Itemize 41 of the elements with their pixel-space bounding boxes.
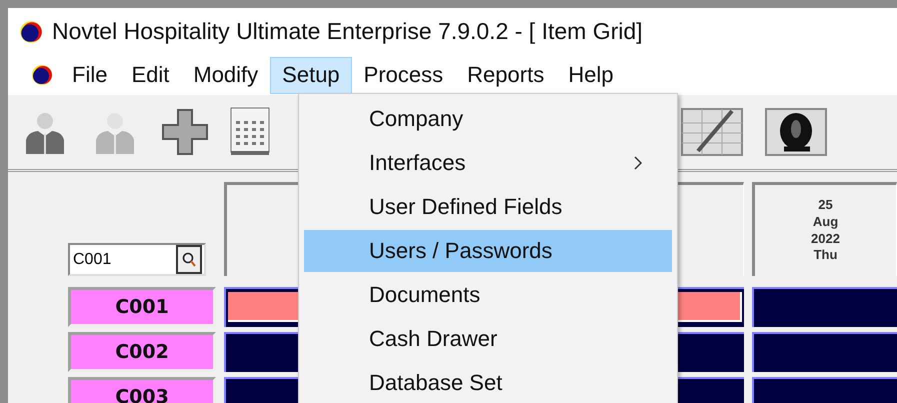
- menu-item[interactable]: Edit: [119, 56, 182, 94]
- calendar-icon[interactable]: [230, 107, 270, 157]
- menu-item[interactable]: Help: [556, 56, 626, 94]
- menu-item[interactable]: Process: [352, 56, 456, 94]
- window-title: Novtel Hospitality Ultimate Enterprise 7.9.0.2 - [ Item Grid]: [52, 18, 643, 45]
- menu-option[interactable]: Documents: [304, 274, 672, 316]
- date-text: Aug: [812, 214, 838, 230]
- menu-option[interactable]: Database Set: [304, 362, 672, 403]
- date-text: 2022: [811, 230, 840, 248]
- lookup-button[interactable]: [176, 245, 202, 274]
- option-label: Database Set: [369, 370, 502, 396]
- search-input[interactable]: C001: [70, 245, 176, 274]
- grid-cell[interactable]: [752, 287, 897, 327]
- menu-item[interactable]: Setup: [270, 56, 352, 94]
- row-label[interactable]: C001: [68, 287, 216, 327]
- magnifier-icon: [181, 252, 197, 268]
- row-label[interactable]: C003: [68, 377, 216, 403]
- menu-option[interactable]: Interfaces: [304, 142, 672, 184]
- search-field[interactable]: C001: [68, 243, 206, 276]
- menu-item[interactable]: Modify: [181, 56, 270, 94]
- app-logo-icon[interactable]: [30, 63, 54, 87]
- date-text: 25: [818, 196, 833, 214]
- date-text: Thu: [814, 247, 838, 264]
- menu-option[interactable]: Company: [304, 98, 672, 140]
- menu-option[interactable]: User Defined Fields: [304, 186, 672, 228]
- grid-cell[interactable]: [752, 332, 897, 372]
- app-logo-icon: [18, 18, 44, 44]
- row-label[interactable]: C002: [68, 332, 216, 372]
- option-label: Company: [369, 106, 464, 132]
- menu-option[interactable]: Users / Passwords: [304, 230, 672, 272]
- plus-icon[interactable]: [160, 107, 210, 157]
- option-label: Users / Passwords: [369, 238, 552, 264]
- menu-option[interactable]: Cash Drawer: [304, 318, 672, 360]
- option-label: User Defined Fields: [369, 194, 562, 220]
- menu-item[interactable]: Reports: [455, 56, 556, 94]
- option-label: Documents: [369, 282, 480, 308]
- spreadsheet-q-icon[interactable]: [764, 105, 828, 159]
- option-label: Interfaces: [369, 150, 466, 176]
- spreadsheet-pencil-icon[interactable]: [680, 105, 744, 159]
- menu-item[interactable]: File: [60, 56, 120, 94]
- option-label: Cash Drawer: [369, 326, 498, 352]
